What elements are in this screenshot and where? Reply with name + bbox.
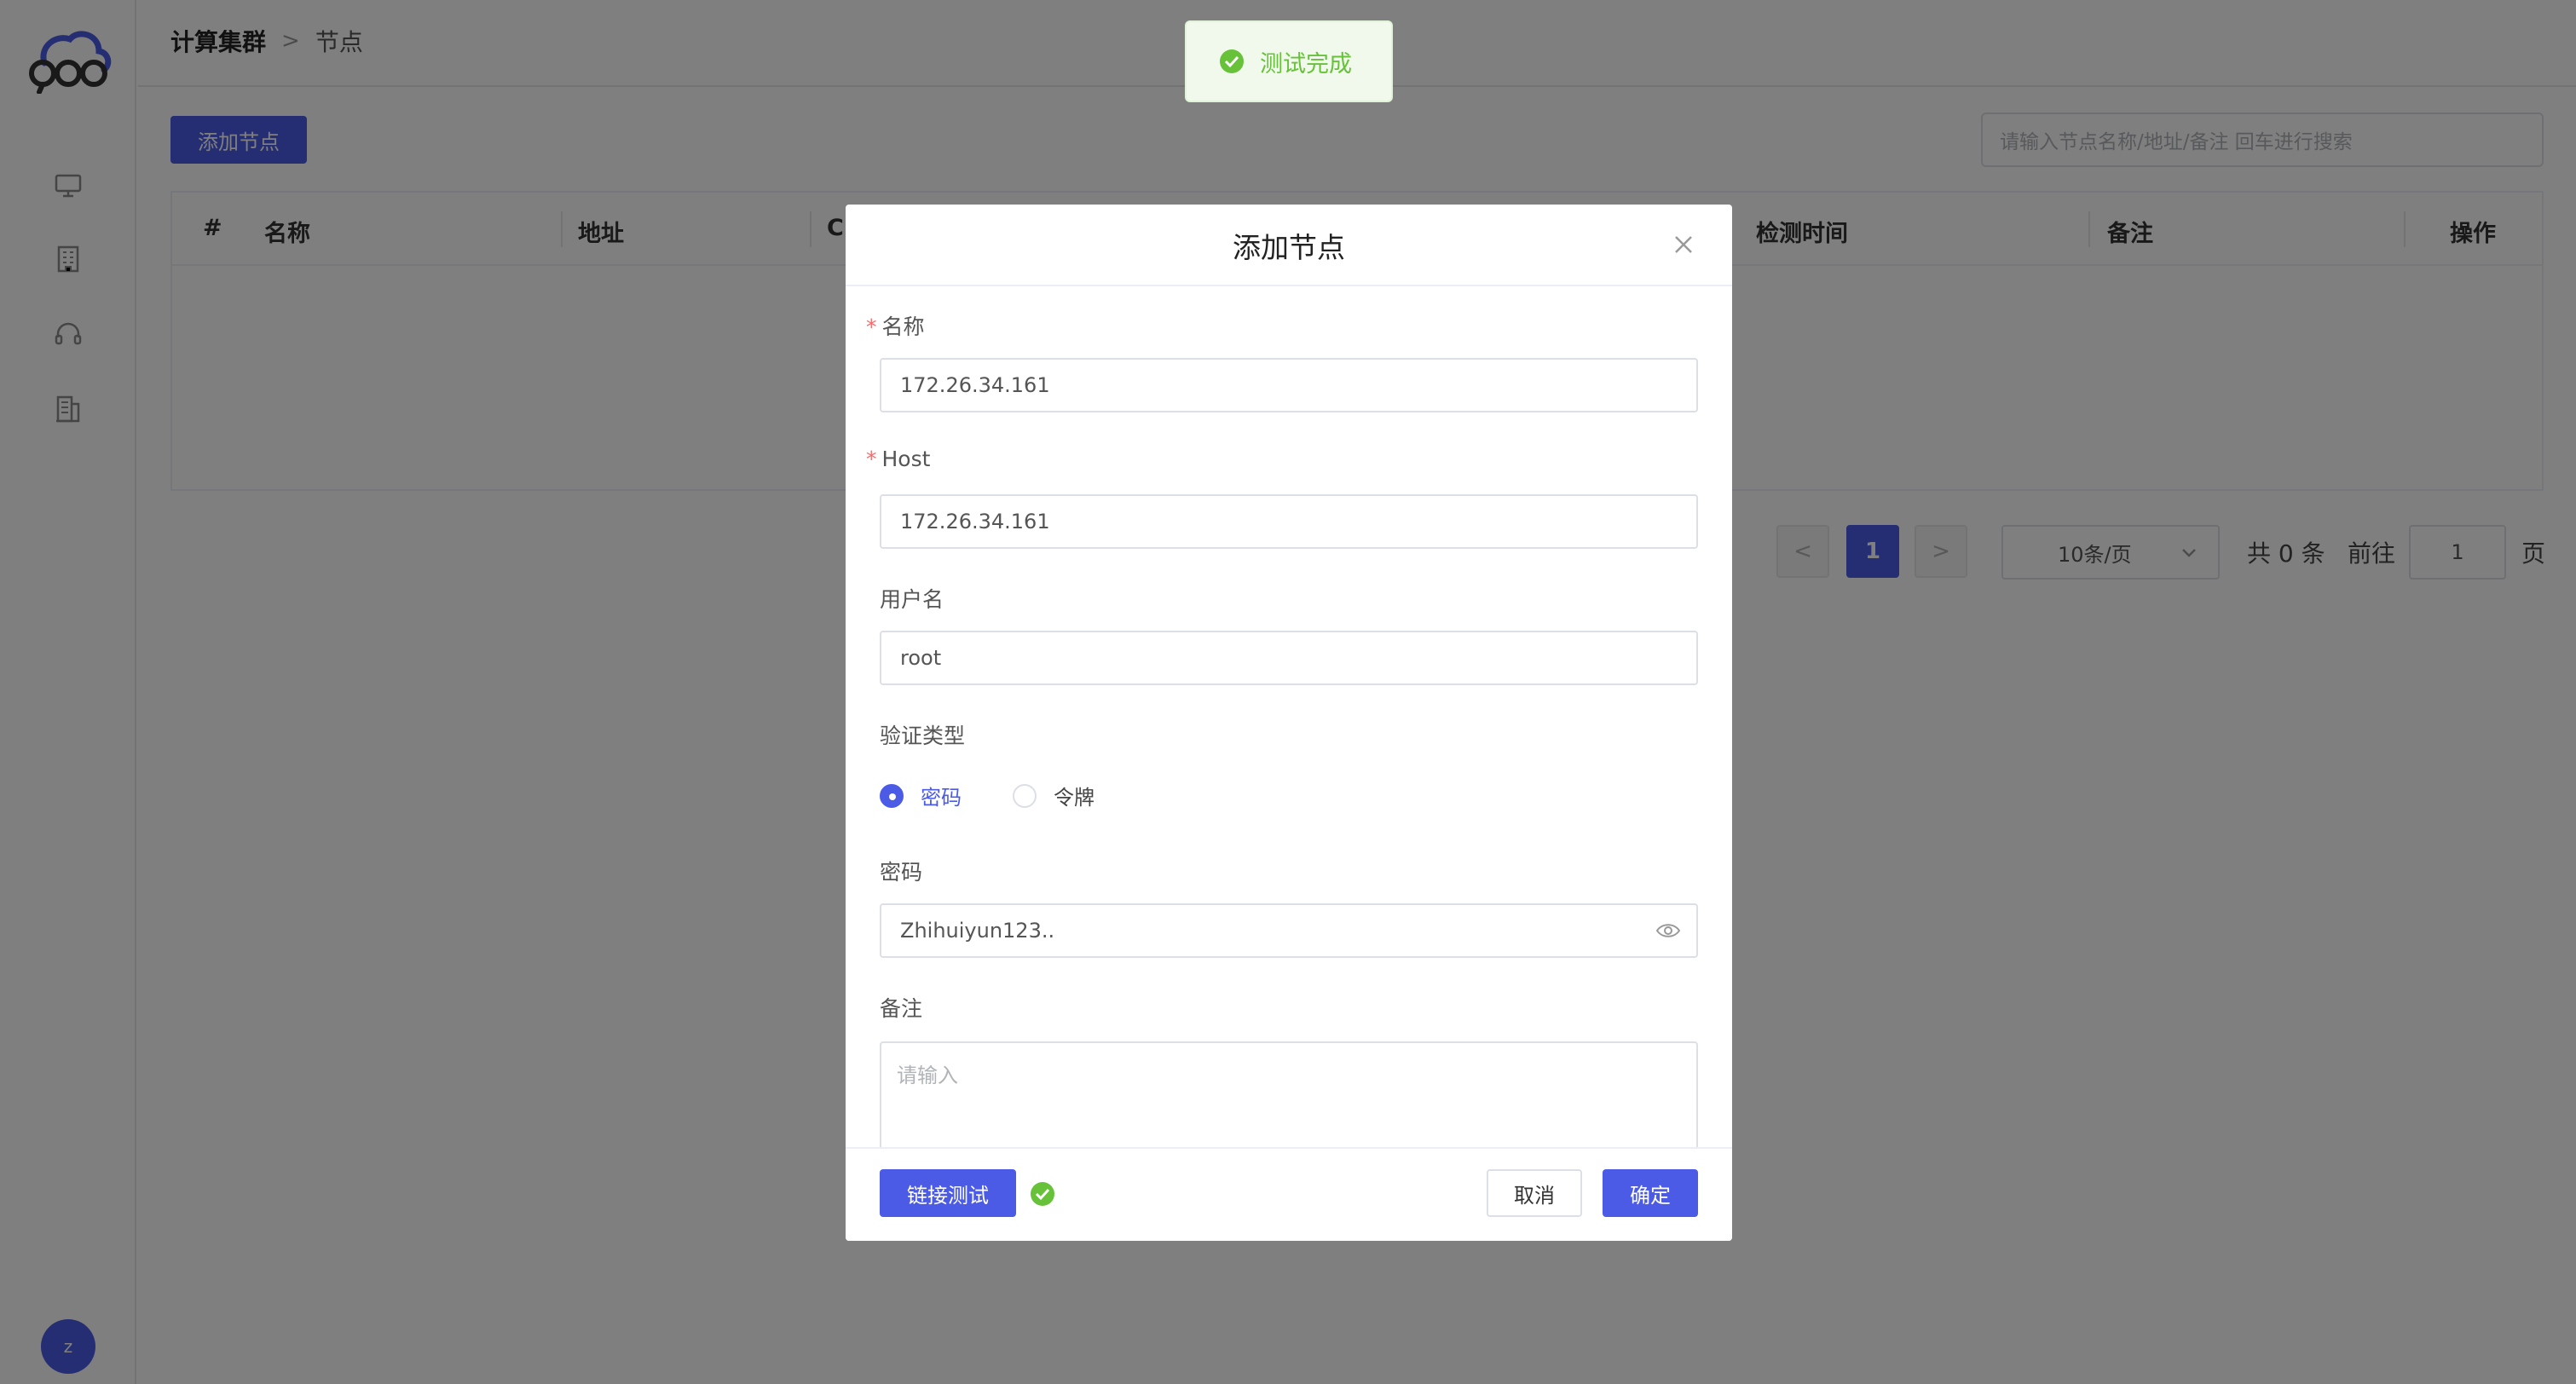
- host-label: * Host: [866, 447, 930, 471]
- eye-icon[interactable]: [1655, 920, 1681, 941]
- auth-radio-password[interactable]: 密码: [880, 781, 962, 810]
- radio-unchecked-icon: [1013, 783, 1037, 808]
- host-label-text: Host: [881, 447, 931, 471]
- password-label: 密码: [880, 860, 923, 885]
- dialog-header: 添加节点: [846, 205, 1732, 286]
- host-input[interactable]: 172.26.34.161: [880, 494, 1698, 549]
- dialog-title: 添加节点: [1233, 231, 1345, 264]
- radio-checked-icon: [880, 783, 904, 808]
- toast-message: 测试完成: [1260, 50, 1352, 78]
- radio-label: 密码: [921, 786, 962, 810]
- password-input[interactable]: Zhihuiyun123..: [880, 903, 1698, 958]
- required-mark: *: [866, 447, 877, 471]
- remark-label: 备注: [880, 996, 923, 1021]
- success-check-icon: [1220, 49, 1244, 73]
- test-success-icon: [1031, 1182, 1054, 1206]
- auth-type-label: 验证类型: [880, 724, 966, 748]
- add-node-dialog: 添加节点 * 名称 172.26.34.161 * Host 172.26.34.1…: [846, 205, 1732, 1241]
- dialog-footer: 链接测试 取消 确定: [846, 1147, 1732, 1241]
- username-label: 用户名: [880, 587, 944, 612]
- cancel-button[interactable]: 取消: [1487, 1169, 1582, 1217]
- name-label: * 名称: [866, 310, 925, 341]
- password-value: Zhihuiyun123..: [900, 919, 1055, 943]
- auth-radio-token[interactable]: 令牌: [1013, 781, 1095, 810]
- connection-test-button[interactable]: 链接测试: [880, 1169, 1016, 1217]
- close-icon[interactable]: [1671, 232, 1696, 257]
- radio-label: 令牌: [1054, 786, 1095, 810]
- name-input[interactable]: 172.26.34.161: [880, 358, 1698, 412]
- name-label-text: 名称: [881, 314, 925, 339]
- success-toast: 测试完成: [1185, 20, 1393, 102]
- required-mark: *: [866, 314, 877, 339]
- confirm-button[interactable]: 确定: [1603, 1169, 1698, 1217]
- username-input[interactable]: root: [880, 631, 1698, 685]
